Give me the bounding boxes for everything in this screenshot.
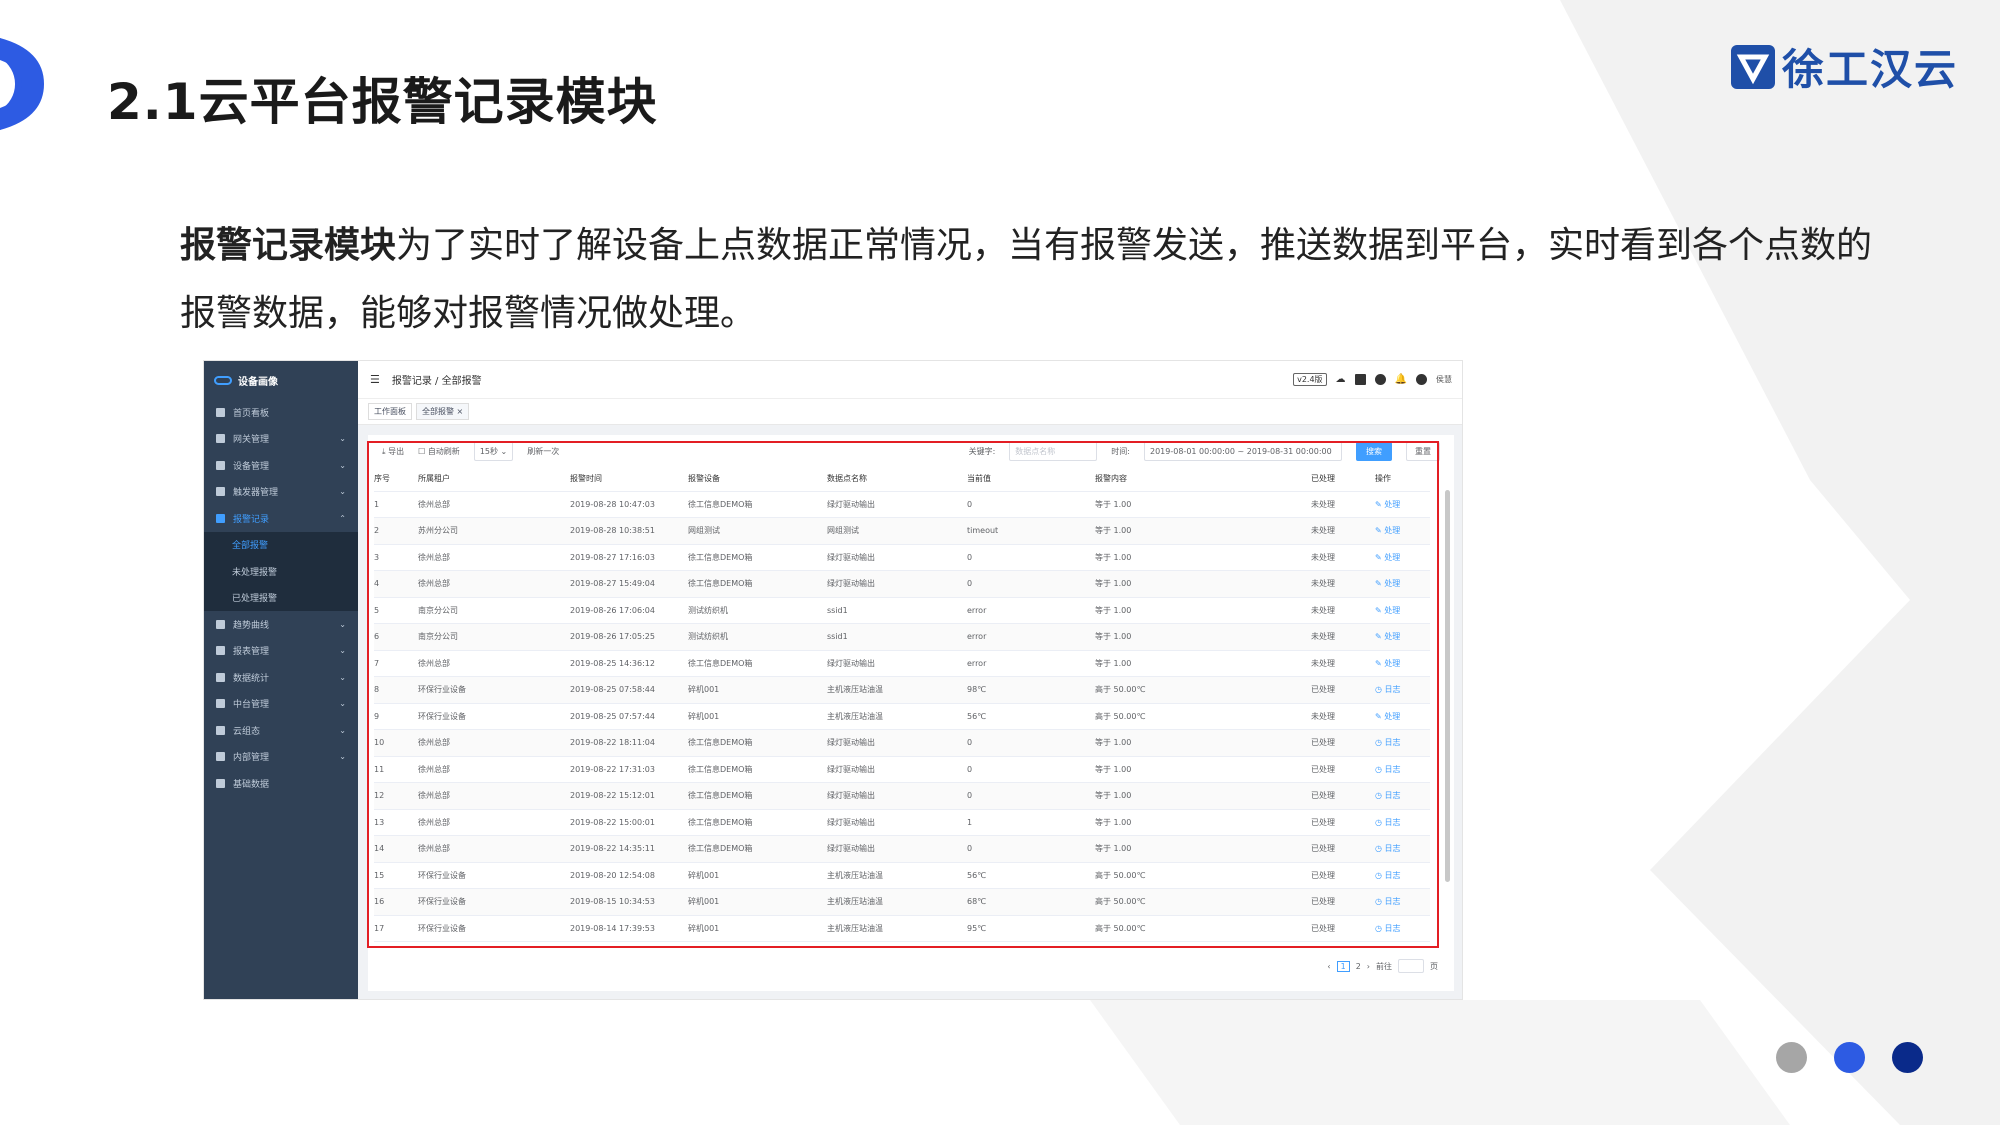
dashboard-icon xyxy=(216,407,225,417)
chevron-down-icon: ⌄ xyxy=(339,646,346,656)
prev-page-icon[interactable]: ‹ xyxy=(1327,962,1330,971)
sidebar-item-label: 设备管理 xyxy=(233,461,270,472)
dot-gray xyxy=(1776,1042,1807,1073)
intro-highlight: 报警记录模块 xyxy=(180,225,397,266)
brand-name: 徐工汉云 xyxy=(1782,45,1959,94)
sidebar-menu: 首页看板 网关管理 ⌄ 设备管理 ⌄ 触发器管理 ⌄ 报警记录 ⌃ 全部报警 未处理报警 已处理报警趋… xyxy=(204,399,358,797)
sidebar-item-label: 数据统计 xyxy=(233,673,270,684)
chevron-down-icon: ⌄ xyxy=(339,460,346,470)
breadcrumb: 报警记录 / 全部报警 xyxy=(391,376,482,387)
cloud-icon xyxy=(216,725,225,735)
tab-all-alarms[interactable]: 全部报警 × xyxy=(416,403,470,420)
tags-bar: 工作面板 全部报警 × xyxy=(358,399,1462,425)
table-scrollbar[interactable] xyxy=(1445,490,1450,882)
brand-logo: 徐工汉云 xyxy=(1730,36,1958,97)
sidebar-item-label: 触发器管理 xyxy=(233,488,279,499)
sidebar-item[interactable]: 云组态 ⌄ xyxy=(204,717,358,744)
hamburger-icon[interactable]: ☰ xyxy=(370,373,380,386)
sidebar-item-label: 趋势曲线 xyxy=(233,620,270,631)
chevron-down-icon: ⌄ xyxy=(339,619,346,629)
stats-icon xyxy=(216,672,225,682)
logo-mark-icon xyxy=(1731,44,1775,89)
trigger-icon xyxy=(216,487,225,497)
sidebar-item-label: 网关管理 xyxy=(233,435,270,446)
user-name[interactable]: 侯慧 xyxy=(1436,374,1452,385)
cloud-icon[interactable]: ☁ xyxy=(1336,374,1346,385)
sidebar-item-label: 报表管理 xyxy=(233,647,270,658)
sidebar-item[interactable]: 内部管理 ⌄ xyxy=(204,744,358,771)
bell-icon[interactable]: 🔔 xyxy=(1395,374,1407,385)
trend-icon xyxy=(216,619,225,629)
help-icon[interactable] xyxy=(1374,374,1386,385)
sidebar-item[interactable]: 基础数据 xyxy=(204,770,358,797)
chevron-down-icon: ⌄ xyxy=(339,725,346,735)
sidebar-item[interactable]: 报警记录 ⌃ xyxy=(204,505,358,532)
chevron-down-icon: ⌄ xyxy=(339,672,346,682)
topbar: ☰ 报警记录 / 全部报警 v2.4版 ☁ 🔔 侯慧 xyxy=(358,361,1462,399)
page-2[interactable]: 2 xyxy=(1356,962,1361,971)
goto-label: 前往 xyxy=(1376,961,1392,971)
sidebar-item[interactable]: 网关管理 ⌄ xyxy=(204,426,358,453)
sidebar-item-label: 首页看板 xyxy=(233,408,270,419)
slide-dots xyxy=(1776,1042,1923,1073)
slide-title: 2.1云平台报警记录模块 xyxy=(107,73,658,131)
sidebar-item[interactable]: 触发器管理 ⌄ xyxy=(204,479,358,506)
sidebar-brand[interactable]: 设备画像 xyxy=(204,361,358,399)
topbar-icons: v2.4版 ☁ 🔔 侯慧 xyxy=(1293,373,1452,386)
chevron-down-icon: ⌄ xyxy=(339,434,346,444)
avatar[interactable] xyxy=(1416,374,1427,385)
sidebar-item[interactable]: 趋势曲线 ⌄ xyxy=(204,611,358,638)
chevron-down-icon: ⌄ xyxy=(339,752,346,762)
chevron-up-icon: ⌃ xyxy=(339,513,346,523)
sidebar-item-label: 内部管理 xyxy=(233,753,270,764)
dot-navy xyxy=(1892,1042,1923,1073)
sidebar-item-label: 云组态 xyxy=(233,726,261,737)
sidebar-subitem[interactable]: 全部报警 xyxy=(204,531,358,558)
alarm-icon xyxy=(216,513,225,523)
sidebar-item[interactable]: 设备管理 ⌄ xyxy=(204,452,358,479)
tab-workbench[interactable]: 工作面板 xyxy=(368,403,412,420)
sidebar-item[interactable]: 中台管理 ⌄ xyxy=(204,691,358,718)
cloud-logo-icon xyxy=(214,375,232,385)
sidebar-brand-text: 设备画像 xyxy=(238,376,278,388)
goto-input[interactable] xyxy=(1398,959,1424,973)
dot-blue xyxy=(1834,1042,1865,1073)
fullscreen-icon[interactable] xyxy=(1354,374,1366,385)
intro-paragraph: 报警记录模块为了实时了解设备上点数据正常情况，当有报警发送，推送数据到平台，实时… xyxy=(180,212,1880,348)
next-page-icon[interactable]: › xyxy=(1367,962,1370,971)
chevron-down-icon: ⌄ xyxy=(339,487,346,497)
device-icon xyxy=(216,460,225,470)
sidebar: 设备画像 首页看板网关管理 ⌄ 设备管理 ⌄ 触发器管理 ⌄ 报警记录 ⌃ 全部报警 未处理报警已… xyxy=(204,361,358,999)
gateway-icon xyxy=(216,434,225,444)
version-badge: v2.4版 xyxy=(1293,373,1327,386)
internal-icon xyxy=(216,752,225,762)
sidebar-item-label: 中台管理 xyxy=(233,700,270,711)
slide: 2.1云平台报警记录模块 徐工汉云 报警记录模块为了实时了解设备上点数据正常情况… xyxy=(0,0,2000,1125)
highlight-frame xyxy=(367,441,1439,948)
intro-text: 为了实时了解设备上点数据正常情况，当有报警发送，推送数据到平台，实时看到各个点数… xyxy=(180,225,1873,334)
sidebar-item[interactable]: 首页看板 xyxy=(204,399,358,426)
chevron-down-icon: ⌄ xyxy=(339,699,346,709)
report-icon xyxy=(216,646,225,656)
page-1[interactable]: 1 xyxy=(1336,960,1350,972)
data-icon xyxy=(216,778,225,788)
sidebar-item-label: 基础数据 xyxy=(233,779,270,790)
page-unit: 页 xyxy=(1430,961,1438,971)
sidebar-subitem[interactable]: 未处理报警 xyxy=(204,558,358,585)
sidebar-item[interactable]: 数据统计 ⌄ xyxy=(204,664,358,691)
pagination: ‹ 1 2 › 前往 页 xyxy=(1327,959,1438,973)
sidebar-item[interactable]: 报表管理 ⌄ xyxy=(204,638,358,665)
sidebar-item-label: 报警记录 xyxy=(233,514,270,525)
platform-icon xyxy=(216,699,225,709)
sidebar-subitem[interactable]: 已处理报警 xyxy=(204,584,358,611)
